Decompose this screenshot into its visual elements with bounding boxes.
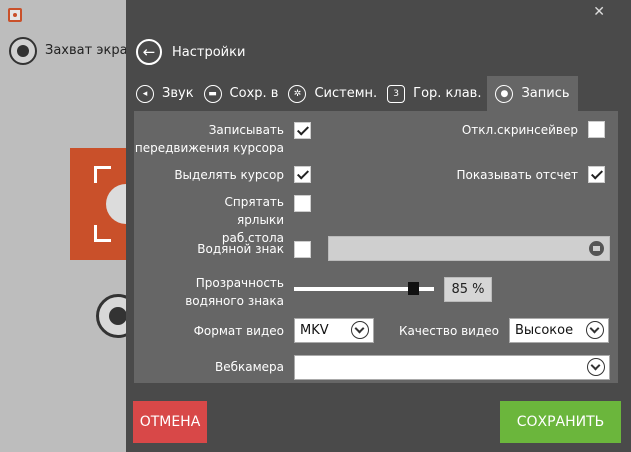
capture-mode-icon <box>70 148 146 260</box>
watermark-opacity-label: Прозрачность водяного знака <box>185 276 284 308</box>
tab-label: Системн. <box>314 86 378 101</box>
tab-system[interactable]: ✲ Системн. <box>288 76 377 111</box>
record-cursor-checkbox[interactable] <box>294 122 311 139</box>
chevron-down-icon <box>586 321 604 339</box>
hide-desktop-icons-label: Спрятать ярлыки раб.стола <box>221 195 284 245</box>
webcam-select[interactable] <box>294 355 610 380</box>
tab-save-to[interactable]: ▬ Сохр. в <box>203 76 279 111</box>
video-quality-select[interactable]: Высокое <box>509 318 609 343</box>
highlight-cursor-label: Выделять курсор <box>174 168 284 182</box>
tab-label: Гор. клав. <box>413 86 482 101</box>
tab-label: Сохр. в <box>229 86 279 101</box>
tab-label: Запись <box>521 86 570 101</box>
speaker-icon: ◂ <box>136 84 154 103</box>
video-format-label: Формат видео <box>193 324 284 338</box>
back-arrow-icon: ← <box>142 42 156 61</box>
save-button[interactable]: СОХРАНИТЬ <box>500 401 621 443</box>
show-report-checkbox[interactable] <box>588 166 605 183</box>
watermark-checkbox[interactable] <box>294 241 311 258</box>
video-quality-value: Высокое <box>515 323 574 338</box>
video-format-select[interactable]: MKV <box>294 318 374 343</box>
tab-hotkeys[interactable]: 3 Гор. клав. <box>387 76 481 111</box>
close-icon[interactable]: ✕ <box>593 4 605 20</box>
recording-settings-panel: Записывать передвижения курсора Откл.скр… <box>134 111 618 383</box>
screen-capture-radio[interactable] <box>9 37 37 65</box>
tab-label: Звук <box>162 86 194 101</box>
disable-screensaver-checkbox[interactable] <box>588 121 605 138</box>
dialog-title: Настройки <box>172 44 246 60</box>
watermark-path-field[interactable] <box>328 236 610 261</box>
record-icon: ● <box>495 84 514 103</box>
hotkey-icon: 3 <box>387 84 406 103</box>
gears-icon: ✲ <box>288 84 307 103</box>
disable-screensaver-label: Откл.скринсейвер <box>461 123 578 137</box>
show-report-label: Показывать отсчет <box>456 168 578 182</box>
webcam-label: Вебкамера <box>214 360 284 374</box>
cancel-button[interactable]: ОТМЕНА <box>133 401 207 443</box>
dialog-header: ← Настройки <box>136 38 245 66</box>
background-app-panel: Захват экрана <box>0 0 146 452</box>
settings-dialog: ✕ ← Настройки ◂ Звук ▬ Сохр. в ✲ Системн… <box>126 0 631 452</box>
video-quality-label: Качество видео <box>398 324 499 338</box>
app-logo-icon <box>8 8 22 22</box>
opacity-value-box: 85 % <box>444 277 492 302</box>
hide-desktop-icons-checkbox[interactable] <box>294 195 311 212</box>
back-button[interactable]: ← <box>136 39 162 65</box>
watermark-label: Водяной знак <box>197 242 284 256</box>
chevron-down-icon <box>587 358 605 376</box>
folder-icon: ▬ <box>203 84 222 103</box>
settings-tabs: ◂ Звук ▬ Сохр. в ✲ Системн. 3 Гор. клав.… <box>136 76 588 111</box>
video-format-value: MKV <box>300 323 329 338</box>
tab-recording[interactable]: ● Запись <box>487 76 578 111</box>
record-cursor-label: Записывать передвижения курсора <box>134 123 284 155</box>
opacity-slider-thumb[interactable] <box>408 282 419 295</box>
browse-folder-icon[interactable] <box>589 241 604 256</box>
tab-sound[interactable]: ◂ Звук <box>136 76 194 111</box>
highlight-cursor-checkbox[interactable] <box>294 166 311 183</box>
chevron-down-icon <box>351 321 369 339</box>
